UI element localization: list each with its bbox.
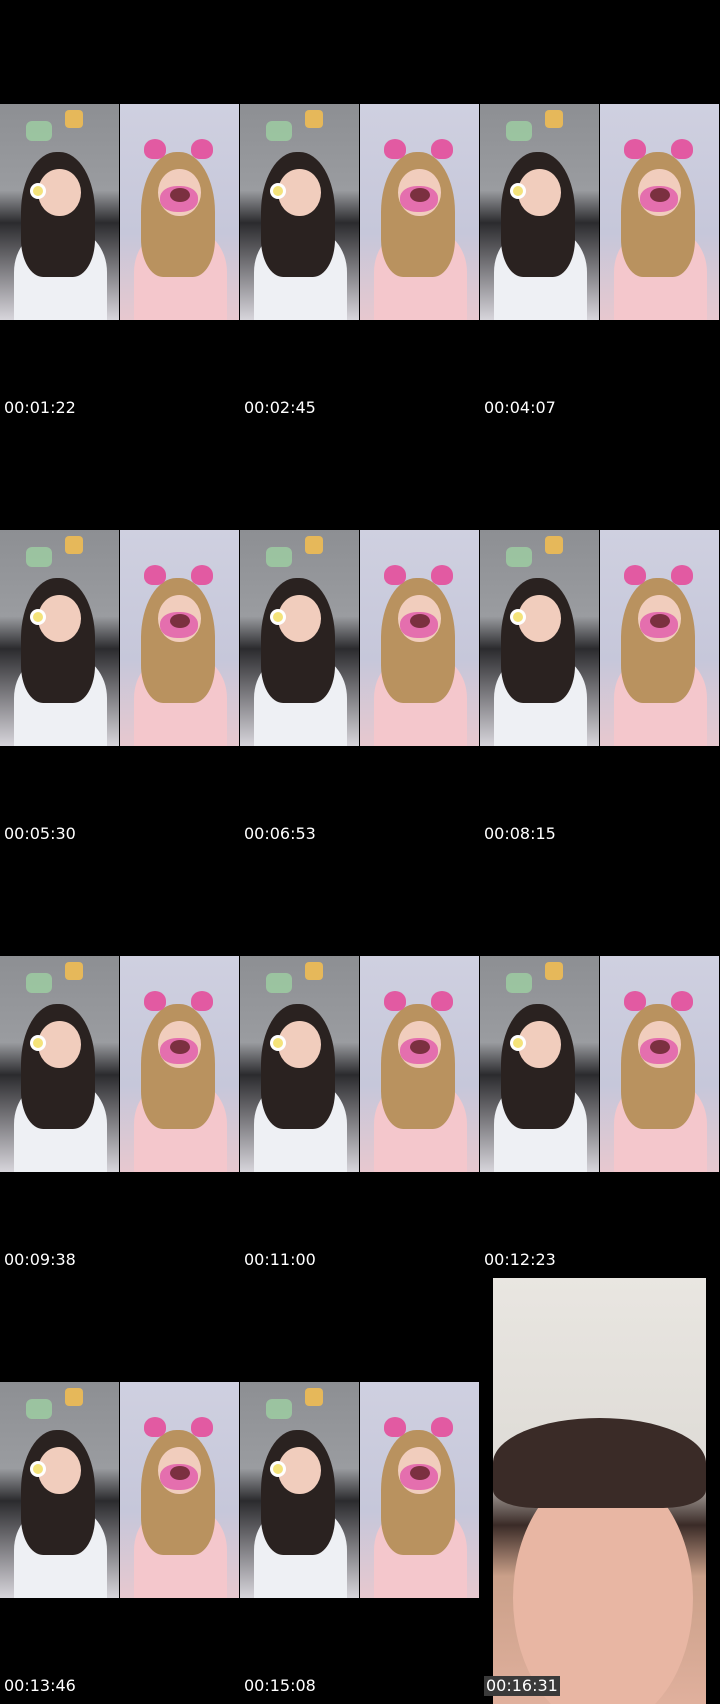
video-frame-thumbnail xyxy=(0,1382,119,1598)
video-frame-thumbnail xyxy=(600,530,719,746)
video-frame-thumbnail xyxy=(0,530,119,746)
sticker-icon xyxy=(305,1388,324,1407)
sticker-icon xyxy=(65,536,84,555)
video-frame-thumbnail xyxy=(600,956,719,1172)
sticker-icon xyxy=(305,110,324,129)
video-frame-thumbnail xyxy=(120,104,239,320)
timestamp-label: 00:01:22 xyxy=(4,398,76,417)
dog-ear-icon xyxy=(191,1416,214,1437)
dog-ear-icon xyxy=(623,564,646,585)
video-frame-thumbnail xyxy=(120,530,239,746)
sticker-icon xyxy=(266,121,293,142)
dog-ear-icon xyxy=(431,564,454,585)
dog-ear-icon xyxy=(623,138,646,159)
sticker-icon xyxy=(26,547,53,568)
video-frame-thumbnail xyxy=(120,1382,239,1598)
timestamp-label: 00:04:07 xyxy=(484,398,556,417)
video-frame-thumbnail xyxy=(360,956,479,1172)
sticker-icon xyxy=(26,973,53,994)
sticker-icon xyxy=(26,121,53,142)
video-frame-thumbnail xyxy=(480,104,599,320)
dog-ear-icon xyxy=(671,990,694,1011)
dog-ear-icon xyxy=(143,990,166,1011)
dog-ear-icon xyxy=(431,1416,454,1437)
dog-ear-icon xyxy=(191,564,214,585)
dog-ear-icon xyxy=(143,1416,166,1437)
sticker-icon xyxy=(266,973,293,994)
video-frame-closeup xyxy=(493,1278,706,1704)
sticker-icon xyxy=(266,547,293,568)
video-frame-thumbnail xyxy=(360,530,479,746)
sticker-icon xyxy=(506,973,533,994)
timestamp-label: 00:05:30 xyxy=(4,824,76,843)
video-frame-thumbnail xyxy=(480,530,599,746)
dog-ear-icon xyxy=(383,990,406,1011)
dog-ear-icon xyxy=(671,138,694,159)
video-frame-thumbnail xyxy=(0,956,119,1172)
sticker-icon xyxy=(266,1399,293,1420)
sticker-icon xyxy=(506,547,533,568)
sticker-icon xyxy=(545,536,564,555)
video-frame-thumbnail xyxy=(240,530,359,746)
dog-ear-icon xyxy=(671,564,694,585)
video-frame-thumbnail xyxy=(240,1382,359,1598)
timestamp-label: 00:08:15 xyxy=(484,824,556,843)
dog-ear-icon xyxy=(431,138,454,159)
dog-ear-icon xyxy=(383,138,406,159)
video-frame-thumbnail xyxy=(360,104,479,320)
sticker-icon xyxy=(305,962,324,981)
video-frame-thumbnail xyxy=(240,104,359,320)
sticker-icon xyxy=(545,962,564,981)
sticker-icon xyxy=(506,121,533,142)
video-frame-thumbnail xyxy=(600,104,719,320)
dog-ear-icon xyxy=(191,990,214,1011)
video-frame-thumbnail xyxy=(480,956,599,1172)
dog-ear-icon xyxy=(143,138,166,159)
sticker-icon xyxy=(545,110,564,129)
timestamp-label: 00:09:38 xyxy=(4,1250,76,1269)
timestamp-label: 00:13:46 xyxy=(4,1676,76,1695)
sticker-icon xyxy=(65,1388,84,1407)
video-frame-thumbnail xyxy=(360,1382,479,1598)
video-frame-thumbnail xyxy=(0,104,119,320)
dog-ear-icon xyxy=(623,990,646,1011)
dog-ear-icon xyxy=(431,990,454,1011)
video-frame-thumbnail xyxy=(120,956,239,1172)
dog-ear-icon xyxy=(383,564,406,585)
video-frame-thumbnail xyxy=(240,956,359,1172)
dog-ear-icon xyxy=(383,1416,406,1437)
timestamp-label: 00:02:45 xyxy=(244,398,316,417)
timestamp-label: 00:16:31 xyxy=(484,1676,560,1696)
timestamp-label: 00:12:23 xyxy=(484,1250,556,1269)
dog-ear-icon xyxy=(143,564,166,585)
timestamp-label: 00:11:00 xyxy=(244,1250,316,1269)
sticker-icon xyxy=(26,1399,53,1420)
sticker-icon xyxy=(65,962,84,981)
dog-ear-icon xyxy=(191,138,214,159)
timestamp-label: 00:06:53 xyxy=(244,824,316,843)
sticker-icon xyxy=(305,536,324,555)
sticker-icon xyxy=(65,110,84,129)
timestamp-label: 00:15:08 xyxy=(244,1676,316,1695)
